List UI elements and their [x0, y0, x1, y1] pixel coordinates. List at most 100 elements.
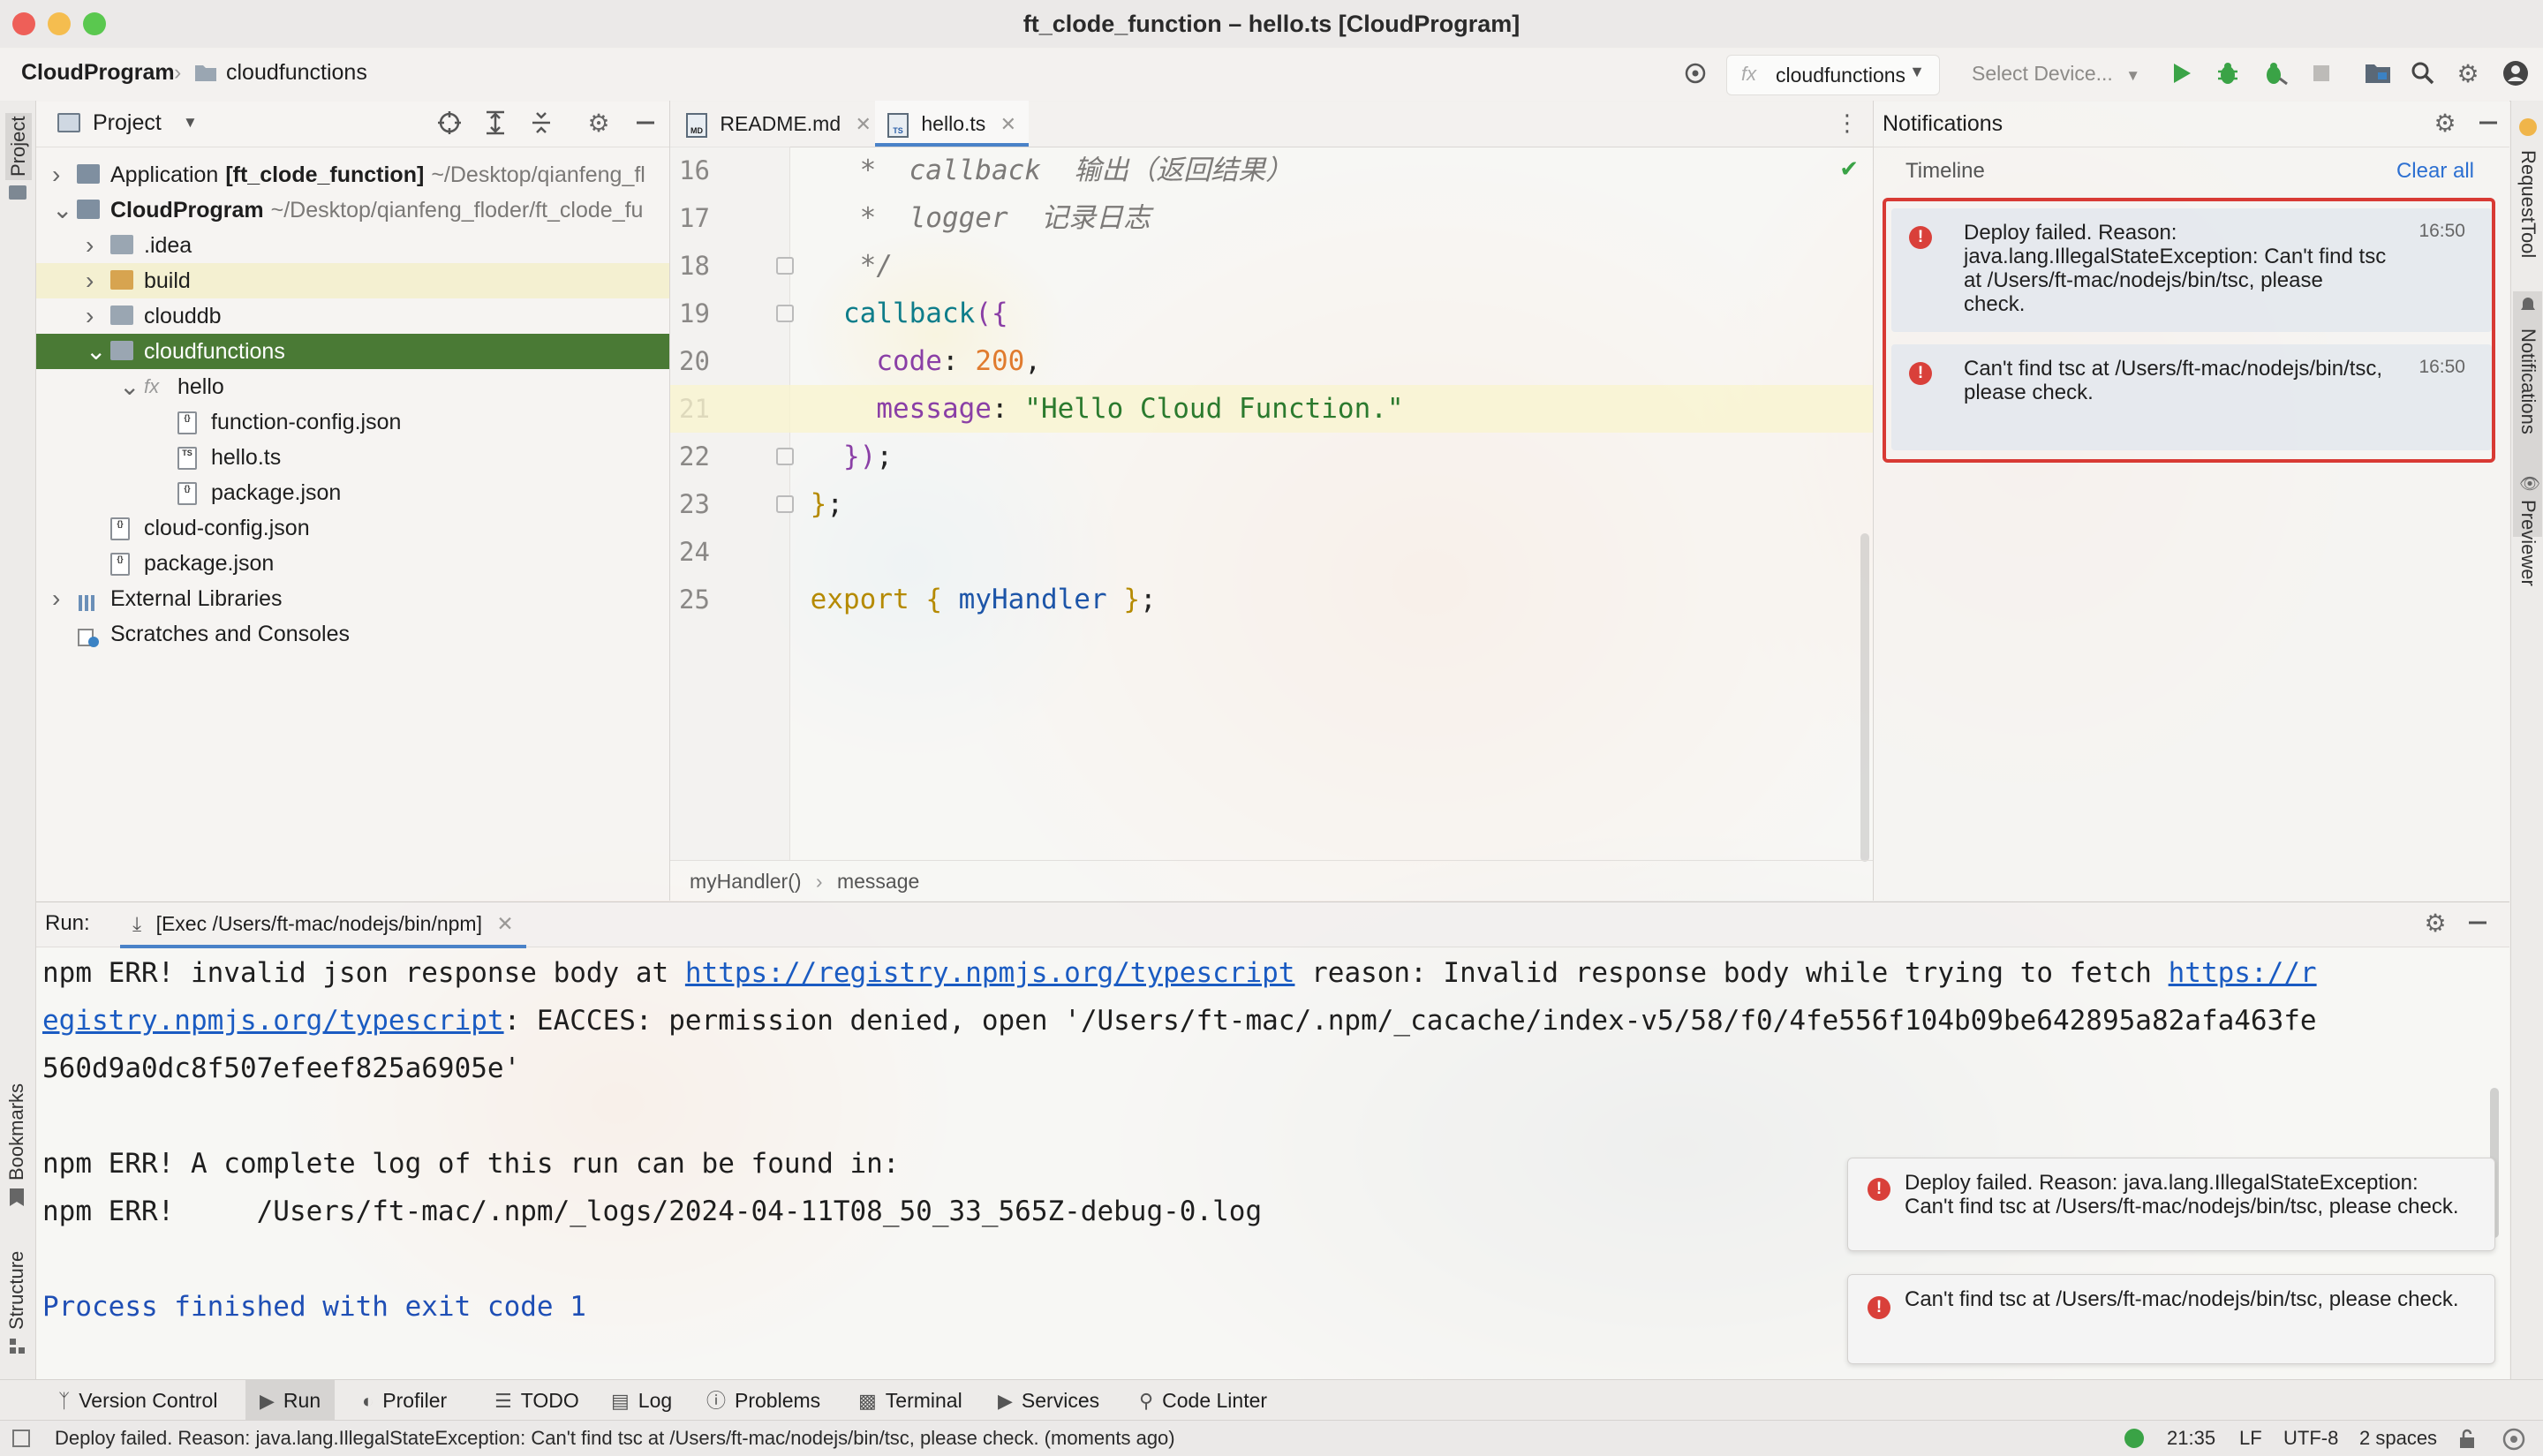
run-configuration-dropdown[interactable]: fx cloudfunctions ▼ [1726, 55, 1940, 95]
tree-item[interactable]: TS hello.ts [36, 440, 669, 475]
request-tool-tab[interactable]: RequestTool [2517, 150, 2539, 258]
close-tab-icon[interactable]: ✕ [496, 912, 513, 935]
tab-log[interactable]: ▤ Log [611, 1380, 672, 1421]
run-icon[interactable] [2167, 58, 2197, 88]
tab-profiler[interactable]: ◐ Profiler [362, 1380, 447, 1421]
left-tool-strip: Project Bookmarks Structure [0, 101, 36, 1379]
device-selector[interactable]: Select Device... ▼ [1972, 62, 2140, 86]
line-separator[interactable]: LF [2239, 1421, 2262, 1456]
hide-panel-icon[interactable] [630, 108, 660, 138]
project-tool-tab[interactable]: Project [5, 112, 32, 180]
chevron-down-icon[interactable]: ▼ [183, 114, 198, 132]
code-line: }; [794, 488, 843, 520]
notification-toast[interactable]: ! Can't find tsc at /Users/ft-mac/nodejs… [1847, 1274, 2495, 1364]
tab-code-linter[interactable]: ⚲ Code Linter [1139, 1380, 1267, 1421]
tree-item[interactable]: › clouddb [36, 298, 669, 334]
tab-label: hello.ts [921, 112, 986, 135]
clear-all-link[interactable]: Clear all [2396, 159, 2474, 184]
tab-readme[interactable]: MD README.md ✕ [686, 101, 872, 147]
more-options-icon[interactable]: ⋮ [1832, 108, 1862, 138]
tree-item[interactable]: ⌄ fx hello [36, 369, 669, 404]
bookmarks-tool-tab[interactable]: Bookmarks [5, 1083, 28, 1181]
chevron-right-icon[interactable]: › [86, 263, 94, 298]
expand-all-icon[interactable] [480, 108, 510, 138]
search-icon[interactable] [2408, 58, 2438, 88]
settings-gear-icon[interactable]: ⚙ [2420, 908, 2450, 938]
tree-item[interactable]: ⌄ CloudProgram ~/Desktop/qianfeng_floder/f… [36, 192, 669, 228]
tab-todo[interactable]: ☰ TODO [494, 1380, 579, 1421]
editor-scrollbar[interactable] [1860, 533, 1869, 862]
tab-version-control[interactable]: ᛉ Version Control [58, 1380, 217, 1421]
tree-item[interactable]: {} package.json [36, 546, 669, 581]
breadcrumb-function[interactable]: myHandler() [690, 870, 802, 893]
structure-tool-tab[interactable]: Structure [5, 1251, 28, 1330]
breadcrumb-property[interactable]: message [837, 870, 919, 893]
memory-indicator-icon[interactable] [2502, 1428, 2525, 1451]
collapse-all-icon[interactable] [526, 108, 556, 138]
chevron-right-icon[interactable]: › [52, 157, 60, 192]
target-icon[interactable] [1680, 58, 1710, 88]
registry-link[interactable]: https://r [2169, 957, 2317, 989]
tree-item[interactable]: › build [36, 263, 669, 298]
breadcrumb-project[interactable]: CloudProgram [21, 60, 175, 86]
tree-item[interactable]: › External Libraries [36, 581, 669, 616]
no-problems-check-icon[interactable]: ✔ [1839, 155, 1859, 183]
notification-bell-icon [2519, 297, 2537, 314]
debug-icon[interactable] [2213, 58, 2243, 88]
chevron-right-icon[interactable]: › [86, 298, 94, 334]
hide-panel-icon[interactable] [2473, 108, 2503, 138]
notifications-tool-tab[interactable]: Notifications [2517, 328, 2539, 434]
error-icon: ! [1868, 1296, 1890, 1319]
toggle-tool-windows-icon[interactable] [12, 1430, 30, 1447]
settings-gear-icon[interactable]: ⚙ [2453, 58, 2483, 88]
project-structure-icon[interactable] [2363, 58, 2393, 88]
tree-item[interactable]: {} package.json [36, 475, 669, 510]
status-message[interactable]: Deploy failed. Reason: java.lang.Illegal… [55, 1421, 1175, 1456]
run-console-tab[interactable]: ⤓ [Exec /Users/ft-mac/nodejs/bin/npm] ✕ [120, 902, 526, 948]
tab-problems[interactable]: ⓘ Problems [706, 1380, 820, 1421]
locate-file-icon[interactable] [434, 108, 464, 138]
tab-services[interactable]: ▶ Services [998, 1380, 1099, 1421]
account-avatar-icon[interactable] [2501, 58, 2531, 88]
close-tab-icon[interactable]: ✕ [856, 113, 872, 135]
close-tab-icon[interactable]: ✕ [1000, 113, 1016, 135]
previewer-tool-tab[interactable]: Previewer [2517, 500, 2539, 586]
editor-breadcrumb: myHandler() › message [670, 860, 1873, 902]
tree-item[interactable]: › Application [ft_clode_function] ~/Desktop… [36, 157, 669, 192]
notification-toast[interactable]: ! Deploy failed. Reason: java.lang.Illeg… [1847, 1158, 2495, 1251]
tree-item[interactable]: › .idea [36, 228, 669, 263]
breadcrumb-folder[interactable]: cloudfunctions [226, 60, 367, 86]
hide-panel-icon[interactable] [2463, 908, 2493, 938]
tree-item[interactable]: Scratches and Consoles [36, 616, 669, 652]
status-indicator-icon[interactable] [2124, 1429, 2144, 1448]
tree-item[interactable]: {} cloud-config.json [36, 510, 669, 546]
stop-icon[interactable] [2306, 58, 2336, 88]
lock-icon[interactable] [2456, 1428, 2478, 1449]
caret-position[interactable]: 21:35 [2167, 1421, 2215, 1456]
tree-item-label: cloudfunctions [144, 339, 285, 364]
registry-link[interactable]: https://registry.npmjs.org/typescript [685, 957, 1295, 989]
module-icon [77, 164, 100, 184]
settings-gear-icon[interactable]: ⚙ [584, 108, 614, 138]
chevron-right-icon[interactable]: › [86, 228, 94, 263]
project-view-label[interactable]: Project [93, 110, 162, 136]
chevron-down-icon[interactable]: ⌄ [52, 192, 72, 228]
chevron-right-icon[interactable]: › [52, 581, 60, 616]
folder-icon [110, 235, 133, 254]
tool-window-bar: ᛉ Version Control ▶ Run ◐ Profiler ☰ TODO ▤ L… [0, 1379, 2543, 1421]
tab-hello-ts[interactable]: TS hello.ts ✕ [875, 101, 1030, 147]
info-icon: ⓘ [706, 1390, 727, 1412]
indent-setting[interactable]: 2 spaces [2359, 1421, 2437, 1456]
settings-gear-icon[interactable]: ⚙ [2430, 108, 2460, 138]
attach-debugger-icon[interactable] [2260, 58, 2290, 88]
tree-item[interactable]: {} function-config.json [36, 404, 669, 440]
tab-terminal[interactable]: ▩ Terminal [858, 1380, 962, 1421]
chevron-down-icon[interactable]: ⌄ [119, 369, 140, 404]
folder-icon [110, 270, 133, 290]
tree-item-label: hello.ts [211, 445, 282, 470]
chevron-down-icon[interactable]: ⌄ [86, 334, 106, 369]
file-encoding[interactable]: UTF-8 [2283, 1421, 2338, 1456]
tree-item[interactable]: ⌄ cloudfunctions [36, 334, 669, 369]
tab-run[interactable]: ▶ Run [245, 1380, 336, 1421]
registry-link[interactable]: egistry.npmjs.org/typescript [42, 1005, 504, 1037]
